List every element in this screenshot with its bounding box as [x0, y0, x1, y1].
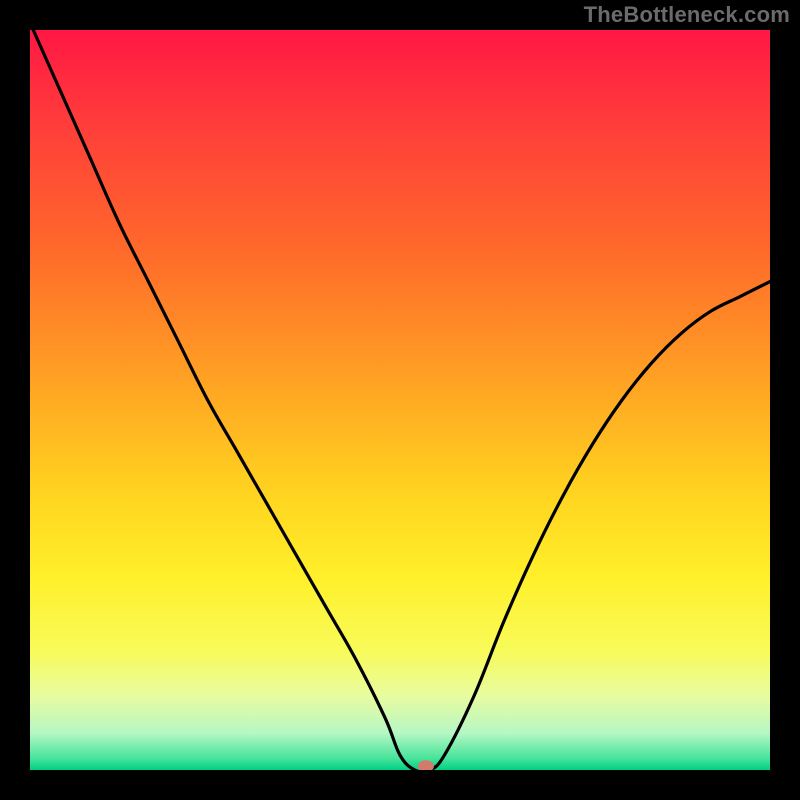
chart-stage: TheBottleneck.com	[0, 0, 800, 800]
frame-right	[770, 0, 800, 800]
bottleneck-chart	[0, 0, 800, 800]
gradient-background	[30, 30, 770, 770]
frame-bottom	[0, 770, 800, 800]
watermark-label: TheBottleneck.com	[584, 2, 790, 28]
frame-left	[0, 0, 30, 800]
